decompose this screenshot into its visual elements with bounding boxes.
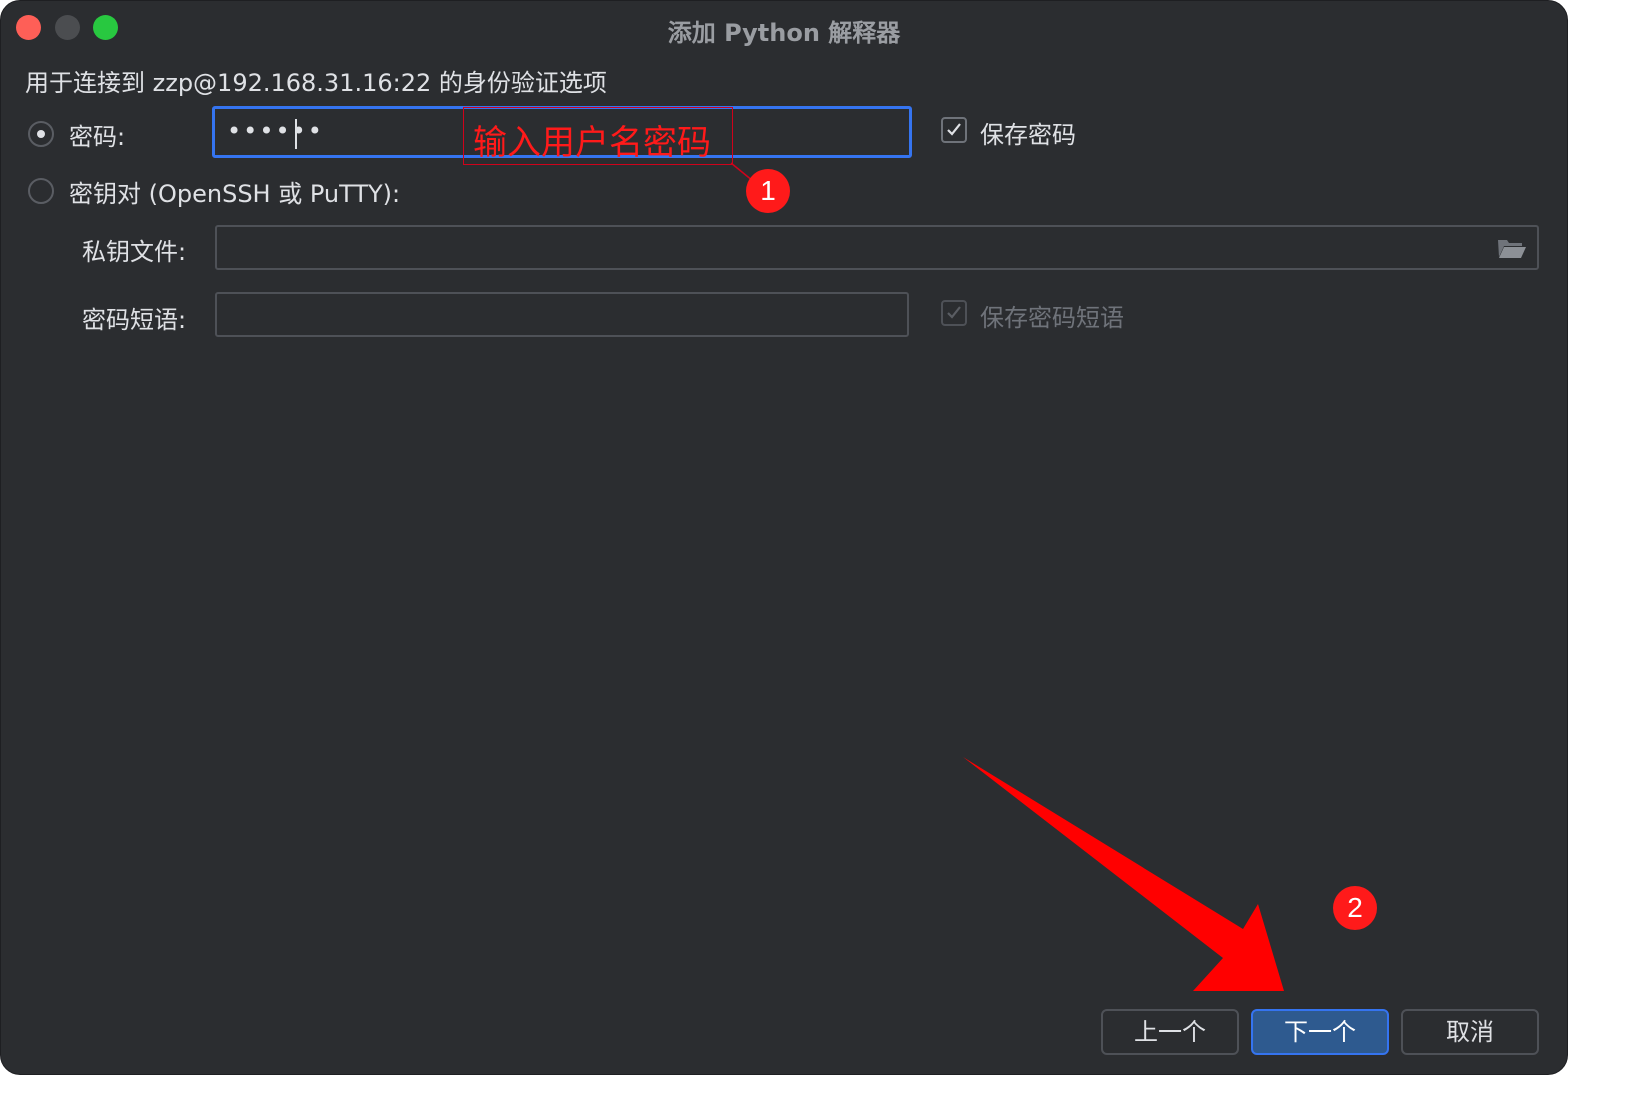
previous-button[interactable]: 上一个: [1101, 1009, 1239, 1055]
add-interpreter-dialog: 添加 Python 解释器 用于连接到 zzp@192.168.31.16:22…: [0, 0, 1568, 1075]
annotation-arrow-icon: [963, 757, 1284, 991]
next-button[interactable]: 下一个: [1251, 1009, 1389, 1055]
cancel-button[interactable]: 取消: [1401, 1009, 1539, 1055]
